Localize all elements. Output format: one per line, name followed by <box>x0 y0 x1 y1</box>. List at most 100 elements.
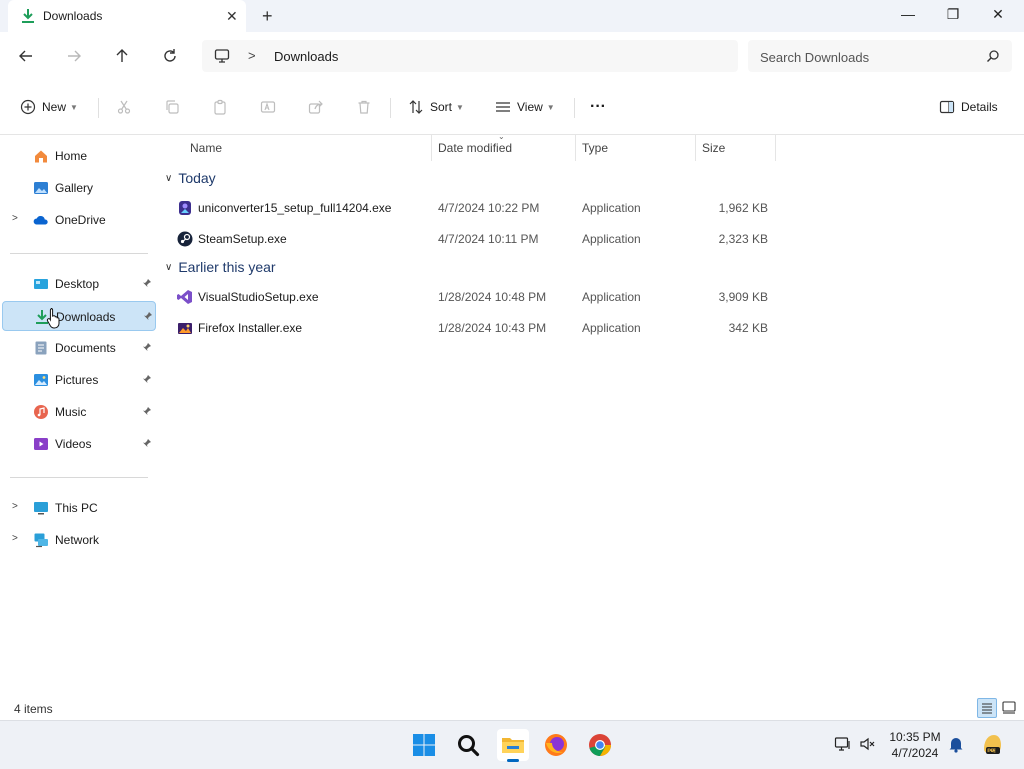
tiles-view-icon <box>1002 701 1016 714</box>
arrow-up-icon <box>116 49 128 62</box>
group-header-earlier-this-year[interactable]: ∨ Earlier this year <box>165 256 276 278</box>
sidebar-item-onedrive[interactable]: > OneDrive <box>2 205 156 235</box>
taskbar-file-explorer[interactable] <box>497 729 529 762</box>
chevron-right-icon[interactable]: > <box>12 213 18 224</box>
tab-downloads[interactable]: Downloads ✕ <box>8 0 246 32</box>
tab-close-icon[interactable]: ✕ <box>226 8 238 25</box>
details-label: Details <box>961 100 998 114</box>
group-header-today[interactable]: ∨ Today <box>165 167 216 189</box>
notification-bell-icon[interactable] <box>948 735 964 756</box>
network-icon <box>33 532 49 548</box>
pin-icon[interactable] <box>143 310 153 324</box>
more-options-button[interactable]: ··· <box>590 94 606 120</box>
chevron-right-icon[interactable]: > <box>12 533 18 544</box>
copy-icon <box>166 100 179 114</box>
breadcrumb-separator[interactable]: > <box>248 48 256 63</box>
pin-icon[interactable] <box>142 373 152 387</box>
details-view-toggle[interactable] <box>977 698 997 718</box>
back-button[interactable] <box>14 44 38 68</box>
sidebar-item-desktop[interactable]: Desktop <box>2 269 156 299</box>
sidebar-item-network[interactable]: > Network <box>2 525 156 555</box>
sidebar-item-downloads[interactable]: Downloads <box>2 301 156 331</box>
uniconverter-app-icon <box>177 200 193 216</box>
item-count: 4 items <box>14 702 53 716</box>
sort-button[interactable]: Sort ▼ <box>408 94 464 120</box>
up-button[interactable] <box>110 44 134 68</box>
share-icon <box>308 100 323 114</box>
breadcrumb-downloads[interactable]: Downloads <box>274 49 338 64</box>
sidebar-item-pictures[interactable]: Pictures <box>2 365 156 395</box>
divider <box>390 98 391 118</box>
divider <box>10 253 148 254</box>
sidebar-item-gallery[interactable]: Gallery <box>2 173 156 203</box>
music-icon <box>33 404 49 420</box>
copilot-preview-icon[interactable] <box>980 731 1004 760</box>
paste-button[interactable] <box>212 94 228 120</box>
firefox-installer-icon <box>177 320 193 336</box>
clock-time: 10:35 PM <box>889 730 941 744</box>
sidebar-item-videos[interactable]: Videos <box>2 429 156 459</box>
search-icon[interactable] <box>986 49 1000 66</box>
taskbar-search-button[interactable] <box>452 729 484 761</box>
tiles-view-toggle[interactable] <box>1000 698 1020 718</box>
pin-icon[interactable] <box>142 277 152 291</box>
file-row[interactable]: Firefox Installer.exe 1/28/2024 10:43 PM… <box>169 313 777 343</box>
list-view-icon <box>496 102 510 112</box>
column-header-type[interactable]: Type <box>582 141 608 161</box>
delete-button[interactable] <box>356 94 372 120</box>
start-button[interactable] <box>408 729 440 761</box>
pin-icon[interactable] <box>142 437 152 451</box>
mouse-cursor-icon <box>46 307 62 332</box>
forward-button[interactable] <box>62 44 86 68</box>
sidebar-item-this-pc[interactable]: > This PC <box>2 493 156 523</box>
chevron-down-icon: ▼ <box>546 102 555 112</box>
divider <box>98 98 99 118</box>
chrome-icon <box>589 734 611 756</box>
column-header-date[interactable]: Date modified <box>438 141 512 161</box>
arrow-left-icon <box>19 50 32 62</box>
rename-button[interactable] <box>260 94 276 120</box>
search-input[interactable] <box>758 46 972 68</box>
column-header-name[interactable]: Name <box>190 141 222 161</box>
file-row[interactable]: uniconverter15_setup_full14204.exe 4/7/2… <box>169 193 777 223</box>
file-row[interactable]: SteamSetup.exe 4/7/2024 10:11 PM Applica… <box>169 224 777 254</box>
column-header-size[interactable]: Size <box>702 141 725 161</box>
column-divider[interactable] <box>695 135 696 161</box>
maximize-button[interactable]: ❐ <box>938 6 968 26</box>
address-bar[interactable]: > Downloads <box>202 40 738 72</box>
refresh-button[interactable] <box>158 44 182 68</box>
chevron-right-icon[interactable]: > <box>12 501 18 512</box>
home-icon <box>33 148 49 164</box>
new-tab-button[interactable]: + <box>262 6 273 27</box>
volume-muted-icon[interactable] <box>859 735 877 756</box>
copy-button[interactable] <box>164 94 180 120</box>
sidebar-item-home[interactable]: Home <box>2 141 156 171</box>
pin-icon[interactable] <box>142 341 152 355</box>
view-button[interactable]: View ▼ <box>495 94 555 120</box>
taskbar-firefox[interactable] <box>540 729 572 761</box>
file-row[interactable]: VisualStudioSetup.exe 1/28/2024 10:48 PM… <box>169 282 777 312</box>
column-divider[interactable] <box>575 135 576 161</box>
details-button[interactable]: Details <box>939 94 998 120</box>
chevron-down-icon: ∨ <box>165 261 173 273</box>
column-divider[interactable] <box>431 135 432 161</box>
search-box <box>748 40 1012 72</box>
display-icon[interactable] <box>834 735 852 756</box>
pin-icon[interactable] <box>142 405 152 419</box>
divider <box>574 98 575 118</box>
share-button[interactable] <box>308 94 324 120</box>
minimize-button[interactable]: — <box>893 6 923 26</box>
gallery-icon <box>33 180 49 196</box>
taskbar: 10:35 PM 4/7/2024 <box>0 720 1024 769</box>
sidebar-item-music[interactable]: Music <box>2 397 156 427</box>
column-divider[interactable] <box>775 135 776 161</box>
system-clock[interactable]: 10:35 PM 4/7/2024 <box>884 729 946 761</box>
command-bar: New ▼ Sort ▼ View ▼ ··· Details <box>0 80 1024 135</box>
monitor-icon <box>214 48 230 67</box>
taskbar-chrome[interactable] <box>584 729 616 761</box>
new-button[interactable]: New ▼ <box>20 94 78 120</box>
rename-icon <box>260 101 276 113</box>
close-window-button[interactable]: ✕ <box>983 6 1013 26</box>
cut-button[interactable] <box>116 94 132 120</box>
sidebar-item-documents[interactable]: Documents <box>2 333 156 363</box>
